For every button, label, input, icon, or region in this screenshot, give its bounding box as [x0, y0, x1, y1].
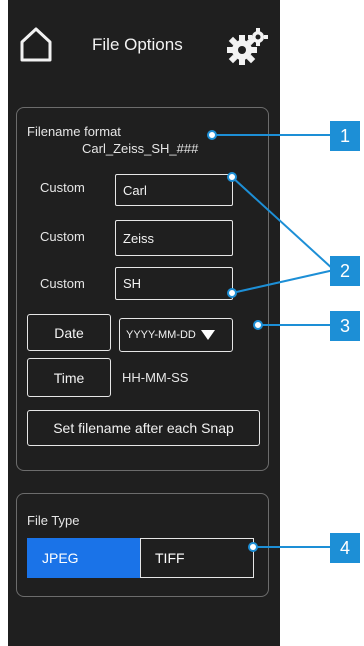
- callout-2: 2: [330, 256, 360, 286]
- callout-4: 4: [330, 533, 360, 563]
- callout-3: 3: [330, 311, 360, 341]
- callout-lines: [207, 130, 335, 552]
- callout-1: 1: [330, 121, 360, 151]
